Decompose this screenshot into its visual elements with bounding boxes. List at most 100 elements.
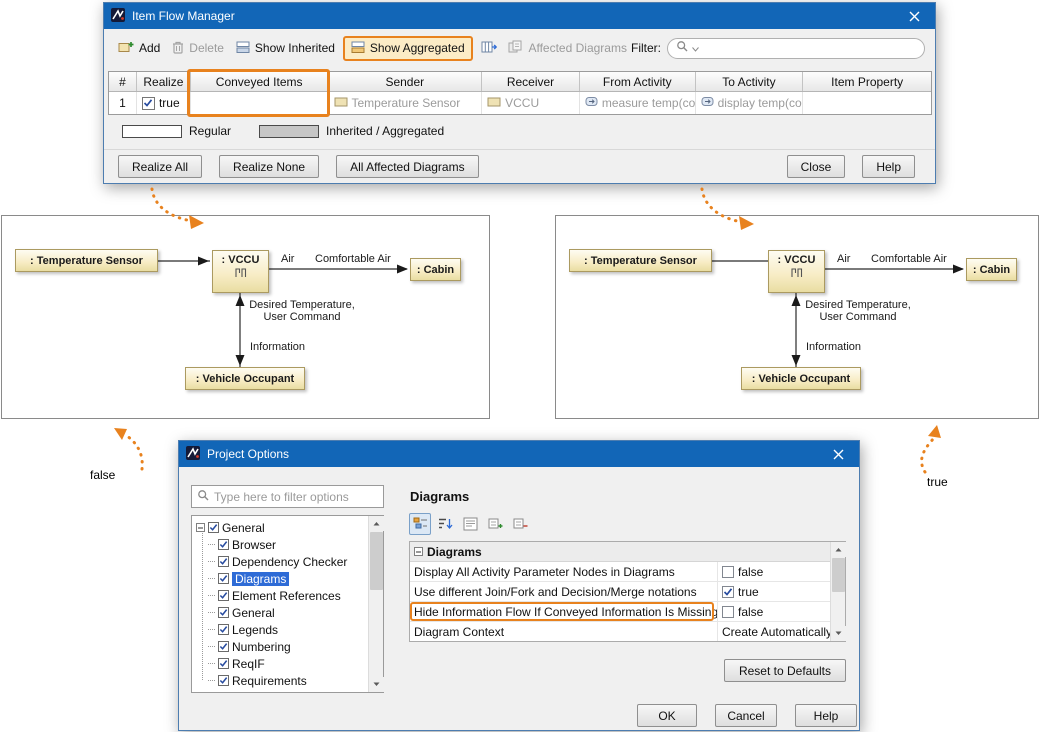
behavior-icon (701, 96, 714, 110)
table-row[interactable]: 1 true Temperature Sensor VCCU measure t… (109, 92, 931, 114)
col-to-activity[interactable]: To Activity (696, 72, 804, 91)
checkbox-unchecked-icon[interactable] (722, 606, 734, 618)
properties-grid: Diagrams Display All Activity Parameter … (409, 541, 846, 642)
delete-icon (172, 40, 184, 57)
part-cabin[interactable]: : Cabin (410, 258, 461, 281)
search-icon (676, 40, 689, 56)
checkbox-checked-icon[interactable] (218, 675, 229, 686)
realize-none-button[interactable]: Realize None (219, 155, 319, 178)
po-titlebar[interactable]: Project Options (179, 441, 859, 467)
options-filter-input[interactable] (214, 490, 378, 504)
reset-to-defaults-button[interactable]: Reset to Defaults (724, 659, 846, 682)
property-value[interactable]: true (718, 582, 831, 601)
col-item-property[interactable]: Item Property (803, 72, 931, 91)
checkbox-checked-icon[interactable] (218, 590, 229, 601)
checkbox-checked-icon[interactable] (218, 556, 229, 567)
delete-button[interactable]: Delete (168, 37, 228, 60)
part-vehicle-occupant[interactable]: : Vehicle Occupant (185, 367, 305, 390)
tree-item-dependency-checker[interactable]: Dependency Checker (192, 553, 368, 570)
help-button[interactable]: Help (862, 155, 915, 178)
tree-item-element-references[interactable]: Element References (192, 587, 368, 604)
scroll-up-icon[interactable] (369, 516, 384, 531)
col-receiver[interactable]: Receiver (482, 72, 580, 91)
cell-conveyed-items[interactable] (191, 92, 329, 114)
realize-value: true (159, 96, 180, 110)
help-button[interactable]: Help (795, 704, 857, 727)
checkbox-checked-icon[interactable] (218, 658, 229, 669)
property-row[interactable]: Display All Activity Parameter Nodes in … (410, 562, 831, 582)
cell-item-property[interactable] (803, 92, 931, 114)
col-from-activity[interactable]: From Activity (580, 72, 696, 91)
tree-label: Browser (232, 538, 276, 552)
show-description-icon[interactable] (459, 513, 481, 535)
close-button[interactable]: Close (787, 155, 846, 178)
checkbox-checked-icon[interactable] (208, 522, 219, 533)
scroll-down-icon[interactable] (369, 677, 384, 692)
tree-label: ReqIF (232, 657, 265, 671)
tree-item-legends[interactable]: Legends (192, 621, 368, 638)
add-button[interactable]: Add (114, 37, 164, 60)
show-aggregated-button[interactable]: Show Aggregated (343, 36, 473, 61)
realize-all-button[interactable]: Realize All (118, 155, 202, 178)
tree-item-diagrams[interactable]: Diagrams (192, 570, 368, 587)
chevron-down-icon[interactable] (692, 41, 699, 55)
ok-button[interactable]: OK (637, 704, 697, 727)
collapse-icon[interactable] (414, 547, 423, 556)
value-text: true (738, 585, 759, 599)
show-aggregated-icon (351, 40, 365, 57)
scrollbar-thumb[interactable] (370, 532, 383, 590)
col-conveyed-items[interactable]: Conveyed Items (191, 72, 329, 91)
col-realize[interactable]: Realize (137, 72, 191, 91)
scroll-down-icon[interactable] (831, 626, 846, 641)
part-temperature-sensor[interactable]: : Temperature Sensor (569, 249, 712, 272)
affected-diagrams-button[interactable]: Affected Diagrams (504, 37, 631, 60)
col-num[interactable]: # (109, 72, 137, 91)
part-vccu[interactable]: : VCCU (212, 250, 269, 293)
part-temperature-sensor[interactable]: : Temperature Sensor (15, 249, 158, 272)
tree-item-reqif[interactable]: ReqIF (192, 655, 368, 672)
property-row[interactable]: Use different Join/Fork and Decision/Mer… (410, 582, 831, 602)
tree-item-requirements[interactable]: Requirements (192, 672, 368, 689)
tree-item-browser[interactable]: Browser (192, 536, 368, 553)
tree-scrollbar[interactable] (368, 516, 383, 692)
checkbox-unchecked-icon[interactable] (722, 566, 734, 578)
filter-input[interactable] (702, 41, 916, 55)
property-value[interactable]: false (718, 602, 831, 621)
col-sender[interactable]: Sender (328, 72, 482, 91)
show-inherited-button[interactable]: Show Inherited (232, 37, 339, 60)
part-vccu[interactable]: : VCCU (768, 250, 825, 293)
tree-item-general[interactable]: General (192, 604, 368, 621)
sort-alphabetically-icon[interactable] (434, 513, 456, 535)
checkbox-checked-icon[interactable] (218, 607, 229, 618)
realize-checkbox[interactable] (142, 97, 155, 110)
ifm-titlebar[interactable]: Item Flow Manager (104, 3, 935, 29)
checkbox-checked-icon[interactable] (218, 641, 229, 652)
checkbox-checked-icon[interactable] (218, 624, 229, 635)
tree-item-numbering[interactable]: Numbering (192, 638, 368, 655)
categorized-view-icon[interactable] (409, 513, 431, 535)
po-close-icon[interactable] (823, 441, 853, 467)
part-vehicle-occupant[interactable]: : Vehicle Occupant (741, 367, 861, 390)
checkbox-checked-icon[interactable] (722, 586, 734, 598)
property-row[interactable]: Diagram Context Create Automatically (410, 622, 831, 641)
property-value[interactable]: false (718, 562, 831, 581)
property-value[interactable]: Create Automatically (718, 622, 831, 641)
scrollbar-thumb[interactable] (832, 558, 845, 592)
tree-label: Numbering (232, 640, 291, 654)
scroll-up-icon[interactable] (831, 542, 846, 557)
all-affected-diagrams-button[interactable]: All Affected Diagrams (336, 155, 479, 178)
checkbox-checked-icon[interactable] (218, 573, 229, 584)
checkbox-checked-icon[interactable] (218, 539, 229, 550)
collapse-properties-icon[interactable] (509, 513, 531, 535)
ifm-close-icon[interactable] (899, 3, 929, 29)
part-cabin[interactable]: : Cabin (966, 258, 1017, 281)
tree-item-general-root[interactable]: General (192, 519, 368, 536)
properties-scrollbar[interactable] (830, 542, 845, 641)
show-columns-button[interactable] (477, 37, 501, 60)
collapse-icon[interactable] (196, 523, 205, 532)
cancel-button[interactable]: Cancel (715, 704, 777, 727)
property-row-highlighted[interactable]: Hide Information Flow If Conveyed Inform… (410, 602, 831, 622)
properties-group-row[interactable]: Diagrams (410, 542, 831, 562)
expand-properties-icon[interactable] (484, 513, 506, 535)
part-label: : VCCU (222, 254, 260, 266)
